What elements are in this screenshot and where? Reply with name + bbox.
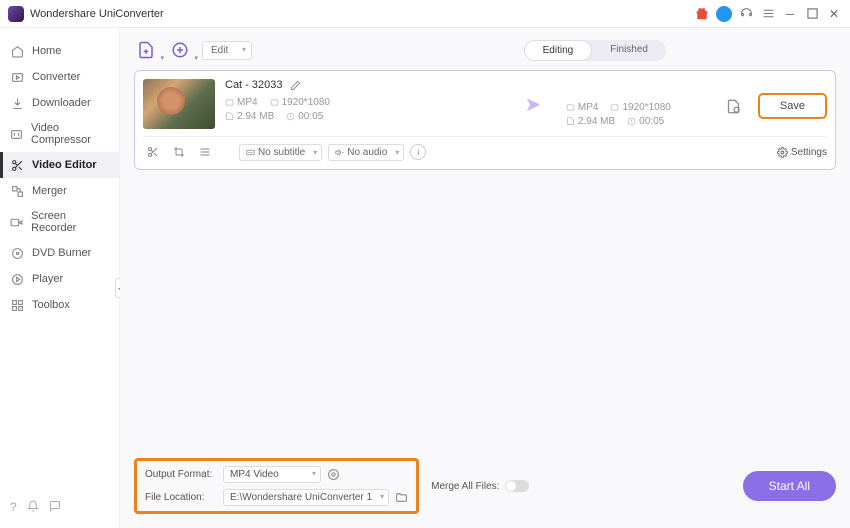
compressor-icon (10, 127, 23, 141)
titlebar: Wondershare UniConverter ─ ✕ (0, 0, 850, 28)
sidebar-item-converter[interactable]: Converter (0, 64, 119, 90)
converter-icon (10, 70, 24, 84)
minimize-icon[interactable]: ─ (782, 6, 798, 22)
sidebar-label: DVD Burner (32, 247, 91, 259)
app-logo (8, 6, 24, 22)
tab-finished[interactable]: Finished (592, 40, 666, 61)
edit-title-icon[interactable] (290, 80, 301, 91)
close-icon[interactable]: ✕ (826, 6, 842, 22)
sidebar-label: Player (32, 273, 63, 285)
info-button[interactable]: i (410, 144, 426, 160)
source-duration: 00:05 (286, 111, 323, 122)
scissors-icon (10, 158, 24, 172)
more-button[interactable] (195, 143, 215, 161)
sidebar-item-home[interactable]: Home (0, 38, 119, 64)
merge-label: Merge All Files: (431, 481, 499, 492)
sidebar-label: Video Compressor (31, 122, 109, 146)
conversion-arrow-icon: ➤ (518, 79, 548, 129)
sidebar-item-compressor[interactable]: Video Compressor (0, 116, 119, 152)
file-location-label: File Location: (145, 492, 217, 503)
feedback-icon[interactable] (49, 500, 61, 514)
sidebar-item-player[interactable]: Player (0, 266, 119, 292)
download-icon (10, 96, 24, 110)
output-format-label: Output Format: (145, 469, 217, 480)
output-settings-icon[interactable] (726, 98, 742, 114)
menu-icon[interactable] (760, 6, 776, 22)
sidebar: Home Converter Downloader Video Compress… (0, 28, 120, 528)
media-item-card: Cat - 32033 MP4 1920*1080 2.94 MB 00:05 … (134, 70, 836, 170)
source-format: MP4 (225, 97, 258, 108)
merge-all-box: Merge All Files: (431, 480, 529, 492)
sidebar-label: Screen Recorder (31, 210, 109, 234)
merger-icon (10, 184, 24, 198)
video-thumbnail[interactable] (143, 79, 215, 129)
target-duration: 00:05 (627, 116, 664, 127)
toolbox-icon (10, 298, 24, 312)
source-size: 2.94 MB (225, 111, 274, 122)
sidebar-item-toolbox[interactable]: Toolbox (0, 292, 119, 318)
file-location-select[interactable]: E:\Wondershare UniConverter 1 (223, 489, 389, 506)
notification-icon[interactable] (27, 500, 39, 514)
subtitle-select[interactable]: No subtitle (239, 144, 322, 161)
help-icon[interactable]: ? (10, 500, 17, 514)
sidebar-item-merger[interactable]: Merger (0, 178, 119, 204)
tab-switch: Editing Finished (524, 40, 666, 61)
recorder-icon (10, 215, 23, 229)
headset-icon[interactable] (738, 6, 754, 22)
tab-editing[interactable]: Editing (524, 40, 593, 61)
sidebar-item-editor[interactable]: Video Editor (0, 152, 119, 178)
sidebar-item-recorder[interactable]: Screen Recorder (0, 204, 119, 240)
sidebar-item-downloader[interactable]: Downloader (0, 90, 119, 116)
sidebar-label: Downloader (32, 97, 91, 109)
add-folder-button[interactable]: ▾ (168, 38, 192, 62)
start-all-button[interactable]: Start All (743, 471, 836, 501)
target-resolution: 1920*1080 (610, 102, 670, 113)
audio-select[interactable]: No audio (328, 144, 404, 161)
bottom-bar: Output Format: MP4 Video File Location: … (120, 448, 850, 528)
item-title: Cat - 32033 (225, 79, 282, 91)
merge-toggle[interactable] (505, 480, 529, 492)
target-format: MP4 (566, 102, 599, 113)
edit-dropdown[interactable]: Edit (202, 41, 252, 60)
save-button[interactable]: Save (758, 93, 827, 119)
player-icon (10, 272, 24, 286)
sidebar-item-dvd[interactable]: DVD Burner (0, 240, 119, 266)
maximize-icon[interactable] (804, 6, 820, 22)
open-folder-icon[interactable] (395, 491, 408, 504)
sidebar-label: Toolbox (32, 299, 70, 311)
user-avatar[interactable] (716, 6, 732, 22)
trim-button[interactable] (143, 143, 163, 161)
toolbar: ▾ ▾ Edit Editing Finished (134, 38, 836, 62)
sidebar-label: Video Editor (32, 159, 97, 171)
item-settings-button[interactable]: Settings (777, 147, 827, 158)
dvd-icon (10, 246, 24, 260)
home-icon (10, 44, 24, 58)
sidebar-label: Home (32, 45, 61, 57)
output-format-gear-icon[interactable] (327, 468, 340, 481)
gift-icon[interactable] (694, 6, 710, 22)
app-title: Wondershare UniConverter (30, 8, 164, 20)
crop-button[interactable] (169, 143, 189, 161)
target-size: 2.94 MB (566, 116, 615, 127)
source-resolution: 1920*1080 (270, 97, 330, 108)
add-file-button[interactable]: ▾ (134, 38, 158, 62)
output-format-select[interactable]: MP4 Video (223, 466, 321, 483)
main-panel: ▾ ▾ Edit Editing Finished Cat - 32033 MP… (120, 28, 850, 528)
sidebar-label: Merger (32, 185, 67, 197)
output-settings-box: Output Format: MP4 Video File Location: … (134, 458, 419, 514)
sidebar-label: Converter (32, 71, 80, 83)
